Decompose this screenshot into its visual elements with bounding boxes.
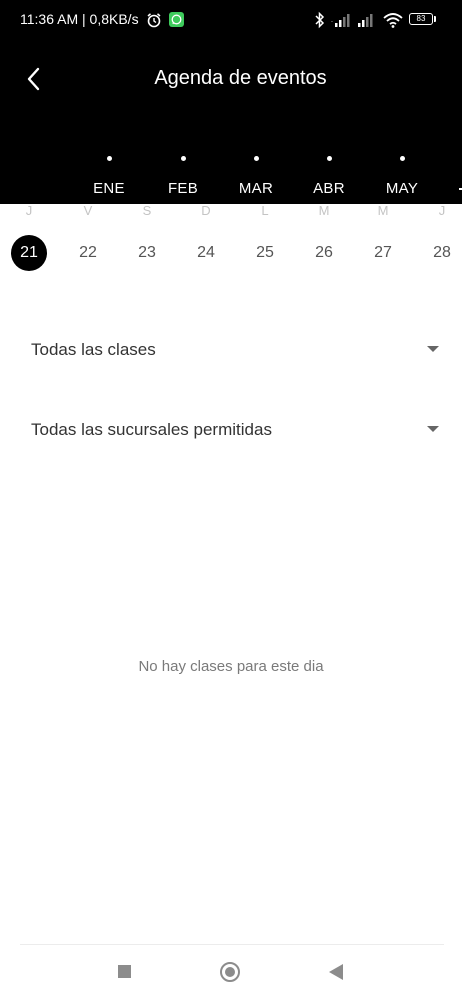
day-item[interactable]: M 27	[363, 203, 403, 271]
day-weekday: L	[261, 203, 269, 218]
day-item[interactable]: J 28	[422, 203, 462, 271]
recents-square-icon[interactable]	[118, 965, 131, 978]
day-weekday: J	[438, 203, 446, 218]
branch-filter-label: Todas las sucursales permitidas	[31, 420, 272, 439]
month-dot	[253, 156, 259, 161]
whatsapp-icon	[169, 12, 184, 27]
month-label: ABR	[313, 180, 345, 197]
status-separator: |	[82, 11, 90, 27]
day-number: 23	[138, 244, 156, 261]
class-filter-dropdown[interactable]: Todas las clases	[31, 332, 441, 368]
day-weekday: V	[83, 203, 93, 218]
day-number: 26	[315, 244, 333, 261]
day-item[interactable]: S 23	[127, 203, 167, 271]
day-weekday: D	[201, 203, 211, 218]
day-number: 22	[79, 244, 97, 261]
month-label: MAR	[238, 180, 274, 197]
month-label: MAY	[385, 180, 419, 197]
home-circle-icon[interactable]	[220, 962, 240, 982]
day-item[interactable]: D 24	[186, 203, 226, 271]
day-item[interactable]: V 22	[68, 203, 108, 271]
day-item[interactable]: L 25	[245, 203, 285, 271]
bluetooth-icon	[315, 11, 325, 29]
day-number-selected: 21	[11, 235, 47, 271]
month-item[interactable]: MAY	[372, 150, 432, 197]
day-weekday: M	[318, 203, 330, 218]
day-item[interactable]: J 21	[9, 203, 49, 271]
network-speed: 0,8KB/s	[89, 11, 139, 27]
svg-text:.: .	[331, 17, 333, 24]
signal-icon	[358, 14, 373, 27]
day-number: 28	[433, 244, 451, 261]
month-dot	[180, 156, 186, 161]
month-label: FEB	[167, 180, 199, 197]
branch-filter-dropdown[interactable]: Todas las sucursales permitidas	[31, 412, 441, 448]
days-strip[interactable]: J 21 V 22 S 23 D 24 L 25 M 26 M 27 J 28	[0, 203, 462, 294]
day-number: 27	[374, 244, 392, 261]
nav-divider	[20, 944, 444, 945]
caret-down-icon	[427, 426, 439, 432]
day-number: 24	[197, 244, 215, 261]
month-item[interactable]: ABR	[299, 150, 359, 197]
signal-icon: .	[331, 14, 350, 27]
month-dot	[326, 156, 332, 161]
class-filter-label: Todas las clases	[31, 340, 156, 359]
month-label: ENE	[93, 180, 125, 197]
day-weekday: S	[142, 203, 152, 218]
day-weekday: J	[25, 203, 33, 218]
wifi-icon	[383, 13, 403, 28]
app-header: 11:36 AM | 0,8KB/s . 83 Agenda de evento…	[0, 0, 462, 204]
day-weekday: M	[377, 203, 389, 218]
status-bar: 11:36 AM | 0,8KB/s . 83	[0, 0, 462, 40]
caret-down-icon	[427, 346, 439, 352]
status-time: 11:36 AM	[20, 11, 79, 27]
back-triangle-icon[interactable]	[329, 964, 343, 980]
home-circle-inner	[225, 967, 235, 977]
day-number: 25	[256, 244, 274, 261]
battery-icon: 83	[409, 13, 433, 25]
month-dot	[106, 156, 112, 161]
month-item[interactable]: FEB	[153, 150, 213, 197]
alarm-icon	[147, 13, 161, 28]
day-item[interactable]: M 26	[304, 203, 344, 271]
status-time-and-speed: 11:36 AM | 0,8KB/s	[20, 11, 139, 27]
page-title: Agenda de eventos	[154, 67, 327, 89]
battery-cap	[434, 16, 436, 22]
month-item[interactable]: ENE	[79, 150, 139, 197]
month-item[interactable]: MAR	[226, 150, 286, 197]
month-dot	[399, 156, 405, 161]
empty-state-message: No hay clases para este dia	[138, 658, 324, 675]
